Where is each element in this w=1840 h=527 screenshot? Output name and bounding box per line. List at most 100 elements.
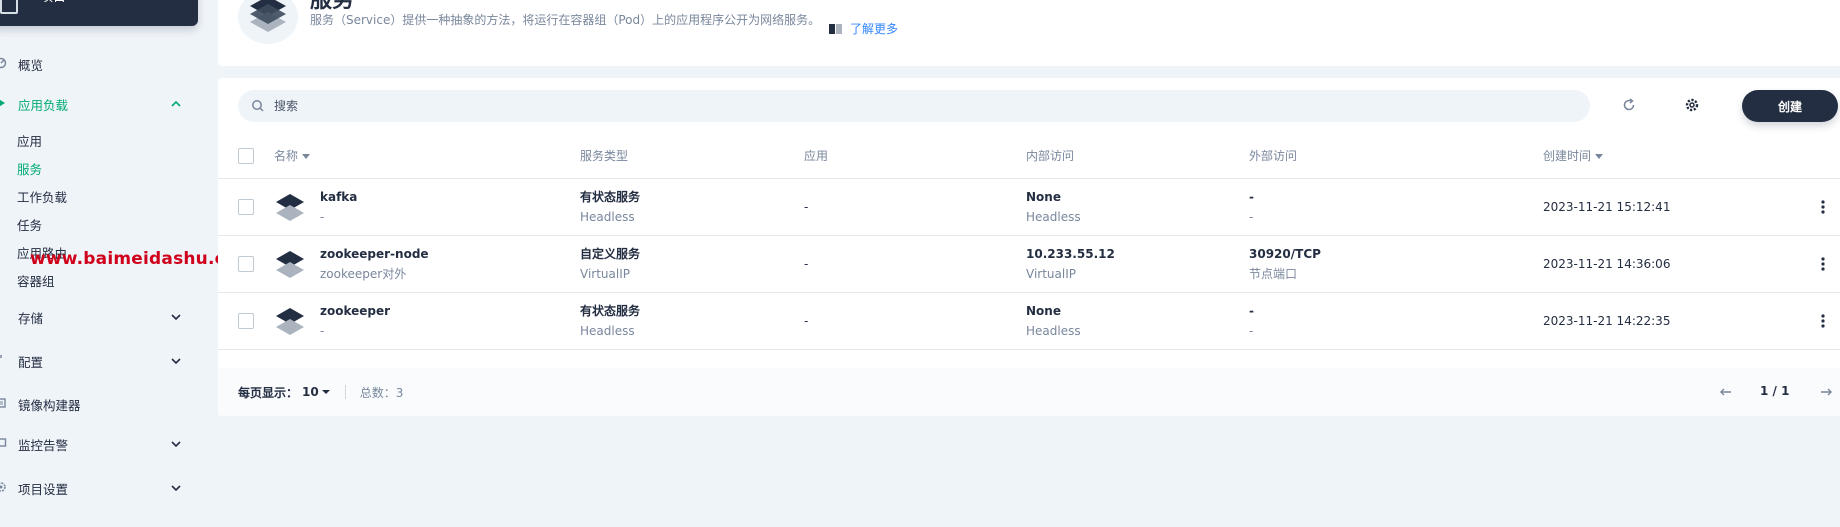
gear-icon[interactable] (1681, 94, 1703, 116)
sidebar-subitem-apps[interactable]: 应用 (17, 131, 42, 150)
arrow-right-icon[interactable] (1818, 384, 1834, 400)
sidebar-subitem-workloads[interactable]: 工作负载 (17, 187, 67, 206)
sidebar-item-label: 配置 (18, 354, 44, 370)
table-row[interactable]: kafka - 有状态服务 Headless - None Headless -- … (218, 178, 1840, 236)
toolbar: 创建 (218, 78, 1840, 130)
dashboard-icon (0, 57, 8, 72)
more-actions-icon[interactable] (1814, 312, 1832, 330)
sidebar-item-monitoring[interactable]: 监控告警 (0, 432, 190, 456)
per-page-label: 每页显示： (238, 385, 299, 400)
external-access-sub: 节点端口 (1249, 266, 1298, 281)
page-indicator: 1 / 1 (1760, 384, 1790, 398)
sidebar-item-image-builder[interactable]: 镜像构建器 (0, 392, 190, 416)
arrow-left-icon[interactable] (1718, 384, 1734, 400)
sidebar-subitem-jobs[interactable]: 任务 (17, 215, 42, 234)
learn-more-link[interactable]: 了解更多 (828, 20, 898, 37)
sidebar-item-label: 镜像构建器 (18, 397, 81, 413)
search-input[interactable] (274, 99, 1474, 113)
row-checkbox[interactable] (238, 312, 254, 329)
sidebar-item-app-workloads[interactable]: 应用负载 (0, 92, 190, 116)
chevron-down-icon (171, 314, 181, 321)
sidebar-item-label: 应用负载 (18, 97, 69, 113)
internal-access: None (1026, 303, 1061, 318)
service-app: - (804, 292, 1026, 350)
sidebar-item-config[interactable]: 配置 (0, 349, 190, 373)
table-row[interactable]: zookeeper-node zookeeper对外 自定义服务 VirtualI… (218, 235, 1840, 293)
service-name-link[interactable]: kafka (320, 188, 357, 206)
sidebar-subitem-pods[interactable]: 容器组 (17, 271, 55, 290)
service-type-sub: Headless (580, 209, 635, 224)
row-checkbox[interactable] (238, 198, 254, 215)
sort-icon (1595, 154, 1604, 160)
select-all-checkbox[interactable] (238, 147, 254, 164)
service-icon (238, 0, 298, 44)
sort-icon (302, 154, 311, 160)
service-app: - (804, 235, 1026, 293)
appstore-icon (0, 97, 8, 112)
chevron-down-icon (171, 358, 181, 365)
service-type-sub: VirtualIP (580, 266, 630, 281)
per-page-value: 10 (302, 385, 319, 399)
search-bar[interactable] (238, 90, 1590, 122)
total-count: 总数：3 (359, 385, 404, 400)
external-access: - (1249, 189, 1254, 204)
internal-access-sub: VirtualIP (1026, 266, 1076, 281)
service-alias: zookeeper对外 (320, 266, 407, 281)
more-actions-icon[interactable] (1814, 198, 1832, 216)
page-header: 服务 服务（Service）提供一种抽象的方法，将运行在容器组（Pod）上的应用… (218, 0, 1840, 66)
external-access: 30920/TCP (1249, 246, 1321, 261)
service-app: - (804, 178, 1026, 236)
external-access-sub: - (1249, 323, 1254, 338)
chevron-up-icon (171, 100, 181, 107)
sidebar: 项目 概览 应用负载 应用 服务 工作负载 任务 应用路由 容器组 www.ba… (0, 0, 331, 527)
sidebar-item-label: 存储 (18, 310, 44, 326)
refresh-icon[interactable] (1618, 94, 1640, 116)
sidebar-item-project-settings[interactable]: 项目设置 (0, 476, 190, 500)
config-icon (0, 354, 8, 369)
service-name-link[interactable]: zookeeper (320, 302, 390, 320)
created-time: 2023-11-21 15:12:41 (1543, 178, 1788, 236)
external-access-sub: - (1249, 209, 1254, 224)
column-header-created[interactable]: 创建时间 (1543, 134, 1788, 179)
table-header-row: 名称 服务类型 应用 内部访问 外部访问 创建时间 (218, 134, 1840, 179)
more-actions-icon[interactable] (1814, 255, 1832, 273)
sidebar-item-label: 监控告警 (18, 437, 69, 453)
service-type: 有状态服务 (580, 189, 641, 204)
table-row[interactable]: zookeeper - 有状态服务 Headless - None Headless… (218, 292, 1840, 350)
sidebar-item-storage[interactable]: 存储 (0, 305, 190, 329)
book-icon (829, 23, 842, 34)
service-icon (276, 307, 304, 335)
project-icon (0, 0, 18, 14)
services-panel: 创建 名称 服务类型 应用 内部访问 外部访问 创建时间 (218, 78, 1840, 416)
sidebar-item-label: 概览 (18, 57, 44, 73)
image-builder-icon (0, 397, 8, 412)
column-header-type: 服务类型 (580, 134, 804, 179)
page-description: 服务（Service）提供一种抽象的方法，将运行在容器组（Pod）上的应用程序公… (310, 13, 821, 27)
column-header-external: 外部访问 (1249, 134, 1543, 179)
column-header-app: 应用 (804, 134, 1026, 179)
column-header-name[interactable]: 名称 (274, 134, 580, 179)
service-icon (276, 193, 304, 221)
per-page-select[interactable]: 10 (302, 385, 333, 399)
service-icon (276, 250, 304, 278)
service-alias: - (320, 323, 325, 338)
create-button[interactable]: 创建 (1742, 90, 1838, 122)
search-icon (252, 100, 264, 112)
pagination-bar: 每页显示： 10 总数：3 1 / 1 (218, 368, 1840, 416)
project-selector[interactable]: 项目 (0, 0, 198, 26)
chevron-down-icon (171, 485, 181, 492)
service-type: 有状态服务 (580, 303, 641, 318)
internal-access: None (1026, 189, 1061, 204)
service-type: 自定义服务 (580, 246, 641, 261)
learn-more-label: 了解更多 (850, 22, 899, 36)
service-alias: - (320, 209, 325, 224)
sidebar-subitem-services[interactable]: 服务 (17, 159, 42, 178)
row-checkbox[interactable] (238, 255, 254, 272)
services-table: 名称 服务类型 应用 内部访问 外部访问 创建时间 kafka - 有状态服务 … (218, 134, 1840, 350)
sidebar-item-overview[interactable]: 概览 (0, 52, 190, 76)
caret-down-icon (321, 390, 330, 394)
service-name-link[interactable]: zookeeper-node (320, 245, 429, 263)
internal-access-sub: Headless (1026, 209, 1081, 224)
external-access: - (1249, 303, 1254, 318)
divider (344, 385, 346, 399)
